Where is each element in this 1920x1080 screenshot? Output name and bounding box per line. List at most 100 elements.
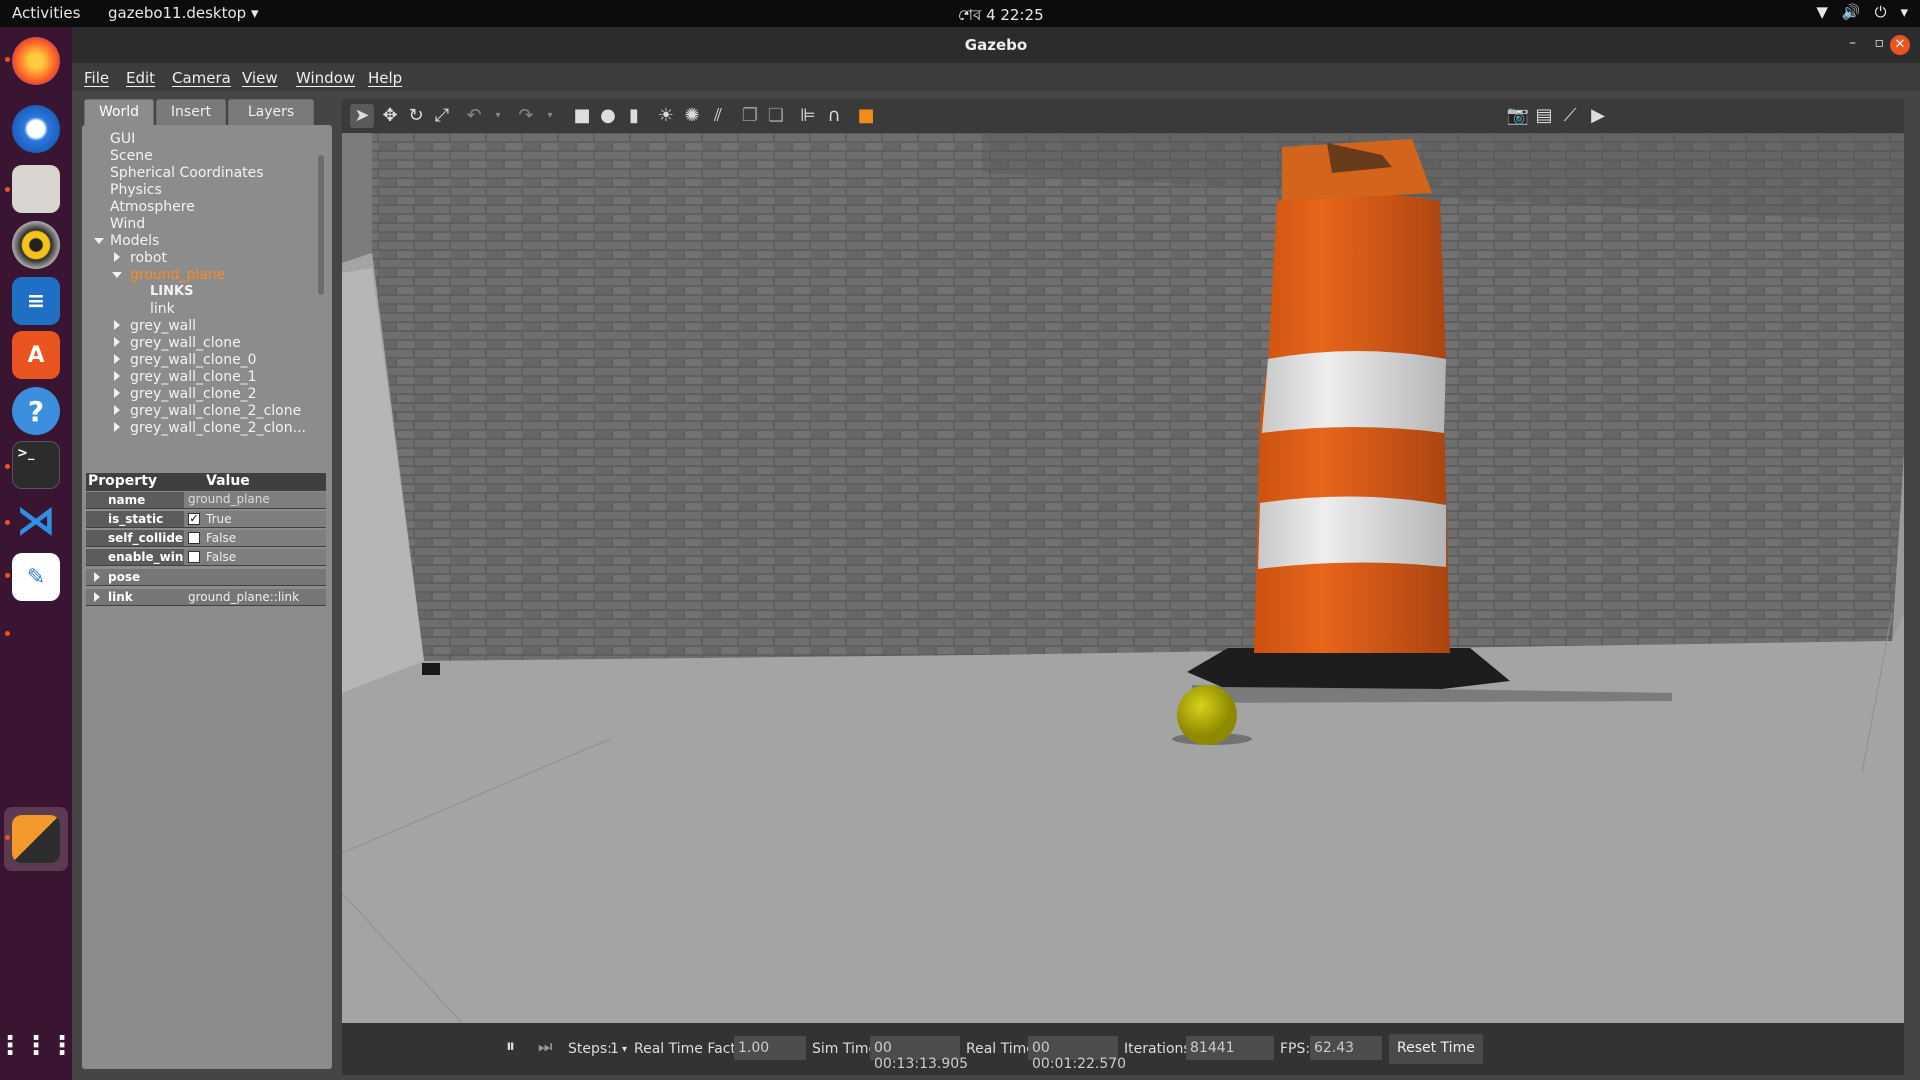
header-value: Value	[206, 473, 250, 489]
expand-arrow-icon[interactable]	[114, 405, 120, 415]
menu-edit[interactable]: Edit	[126, 69, 155, 87]
screenshot-icon[interactable]: 📷	[1506, 104, 1530, 128]
change-view-icon[interactable]: ■	[854, 104, 878, 128]
app-menu[interactable]: gazebo11.desktop ▾	[108, 4, 259, 22]
expand-arrow-icon[interactable]	[94, 592, 100, 602]
point-light-icon[interactable]: ☀	[654, 104, 678, 128]
expand-arrow-icon[interactable]	[114, 371, 120, 381]
yellow-ball	[1177, 685, 1237, 745]
tree-item-ground-plane[interactable]: ground_plane	[130, 267, 225, 284]
expand-arrow-icon[interactable]	[112, 272, 122, 278]
terminal-icon[interactable]: >_	[12, 441, 60, 489]
tree-item-atmosphere[interactable]: Atmosphere	[110, 199, 195, 216]
box-shape-icon[interactable]: ■	[570, 104, 594, 128]
tree-item-grey-wall-clone-1[interactable]: grey_wall_clone_1	[130, 369, 257, 386]
tree-scrollbar[interactable]	[318, 155, 324, 295]
files-icon[interactable]	[12, 165, 60, 213]
rotate-mode-icon[interactable]: ↻	[404, 104, 428, 128]
checkbox-label: False	[206, 550, 237, 564]
translate-mode-icon[interactable]: ✥	[378, 104, 402, 128]
spot-light-icon[interactable]: ✺	[680, 104, 704, 128]
tree-item-grey-wall-clone-0[interactable]: grey_wall_clone_0	[130, 352, 257, 369]
tree-item-physics[interactable]: Physics	[110, 182, 162, 199]
expand-arrow-icon[interactable]	[94, 238, 104, 244]
redo-dropdown-icon[interactable]: ▾	[538, 104, 562, 128]
enable-wind-checkbox[interactable]	[188, 551, 200, 563]
tree-item-gui[interactable]: GUI	[110, 131, 135, 148]
step-icon[interactable]: ⏭	[538, 1037, 552, 1057]
self-collide-checkbox[interactable]	[188, 532, 200, 544]
menu-window[interactable]: Window	[296, 69, 355, 87]
rhythmbox-icon[interactable]	[12, 221, 60, 269]
expand-arrow-icon[interactable]	[94, 572, 100, 582]
firefox-icon[interactable]	[12, 37, 60, 85]
tab-insert[interactable]: Insert	[156, 99, 226, 125]
tree-item-wind[interactable]: Wind	[110, 216, 145, 233]
barrel-stripe-bottom	[1258, 496, 1446, 569]
expand-arrow-icon[interactable]	[114, 422, 120, 432]
copy-icon[interactable]: ❐	[738, 104, 762, 128]
tree-item-grey-wall[interactable]: grey_wall	[130, 318, 196, 335]
log-icon[interactable]: ▤	[1532, 104, 1556, 128]
writer-icon[interactable]: ≡	[12, 277, 60, 325]
snap-icon[interactable]: ∩	[822, 104, 846, 128]
is-static-checkbox[interactable]: ✓	[188, 513, 200, 525]
undo-dropdown-icon[interactable]: ▾	[486, 104, 510, 128]
expand-arrow-icon[interactable]	[114, 320, 120, 330]
clock[interactable]: শেব 4 22:25	[958, 4, 1044, 29]
steps-dropdown-icon[interactable]: ▾	[622, 1044, 627, 1055]
reset-time-button[interactable]: Reset Time	[1389, 1034, 1483, 1064]
running-indicator	[5, 464, 10, 469]
text-editor-icon[interactable]: ✎	[12, 553, 60, 601]
expand-arrow-icon[interactable]	[114, 337, 120, 347]
tree-item-grey-wall-clone-2[interactable]: grey_wall_clone_2	[130, 386, 257, 403]
prop-row-link[interactable]: link ground_plane::link	[86, 589, 326, 606]
select-mode-icon[interactable]: ➤	[350, 104, 374, 128]
tree-item-models[interactable]: Models	[110, 233, 159, 250]
menu-file[interactable]: File	[84, 69, 109, 87]
scene-render	[342, 133, 1904, 1023]
tree-item-scene[interactable]: Scene	[110, 148, 153, 165]
maximize-icon[interactable]: ▫	[1875, 35, 1885, 51]
gazebo-icon[interactable]	[12, 815, 60, 863]
tree-item-spherical[interactable]: Spherical Coordinates	[110, 165, 264, 182]
menu-camera[interactable]: Camera	[172, 69, 231, 87]
expand-arrow-icon[interactable]	[114, 252, 120, 262]
software-center-icon[interactable]: A	[12, 331, 60, 379]
paste-icon[interactable]: ❏	[764, 104, 788, 128]
tree-item-grey-wall-clone[interactable]: grey_wall_clone	[130, 335, 241, 352]
scale-mode-icon[interactable]: ⤢	[430, 104, 454, 128]
plot-icon[interactable]: ⟋	[1558, 104, 1582, 128]
tree-item-grey-wall-clone-2-clone[interactable]: grey_wall_clone_2_clone	[130, 403, 301, 420]
menu-view[interactable]: View	[242, 69, 278, 87]
help-icon[interactable]: ?	[12, 387, 60, 435]
activities-button[interactable]: Activities	[12, 4, 80, 22]
expand-arrow-icon[interactable]	[114, 388, 120, 398]
undo-icon[interactable]: ↶	[462, 104, 486, 128]
close-icon[interactable]: ✕	[1890, 35, 1910, 55]
minimize-icon[interactable]: –	[1849, 35, 1856, 51]
directional-light-icon[interactable]: ⫽	[706, 104, 730, 128]
tree-item-grey-wall-clone-2-clon[interactable]: grey_wall_clone_2_clon...	[130, 420, 306, 437]
tab-world[interactable]: World	[84, 99, 154, 125]
thunderbird-icon[interactable]	[12, 105, 60, 153]
redo-icon[interactable]: ↷	[514, 104, 538, 128]
tab-layers[interactable]: Layers	[228, 99, 314, 125]
sphere-shape-icon[interactable]: ●	[596, 104, 620, 128]
prop-name-field[interactable]: ground_plane	[184, 492, 326, 508]
show-apps-icon[interactable]: ⋮⋮⋮	[0, 1022, 75, 1070]
menu-help[interactable]: Help	[368, 69, 402, 87]
property-header: Property Value	[86, 473, 326, 491]
pause-icon[interactable]: ⏸	[506, 1036, 515, 1057]
record-video-icon[interactable]: ▶	[1586, 104, 1610, 128]
tree-item-link[interactable]: link	[150, 301, 175, 318]
steps-value[interactable]: 1	[610, 1041, 619, 1057]
vscode-icon[interactable]: ⋊	[12, 497, 60, 545]
cylinder-shape-icon[interactable]: ▮	[622, 104, 646, 128]
prop-row-pose[interactable]: pose	[86, 569, 326, 586]
tree-item-robot[interactable]: robot	[130, 250, 167, 267]
expand-arrow-icon[interactable]	[114, 354, 120, 364]
3d-viewport[interactable]	[342, 133, 1904, 1023]
system-tray[interactable]: ▼ 🔊 ⏻ ▾	[1816, 3, 1908, 21]
align-icon[interactable]: ⊫	[796, 104, 820, 128]
